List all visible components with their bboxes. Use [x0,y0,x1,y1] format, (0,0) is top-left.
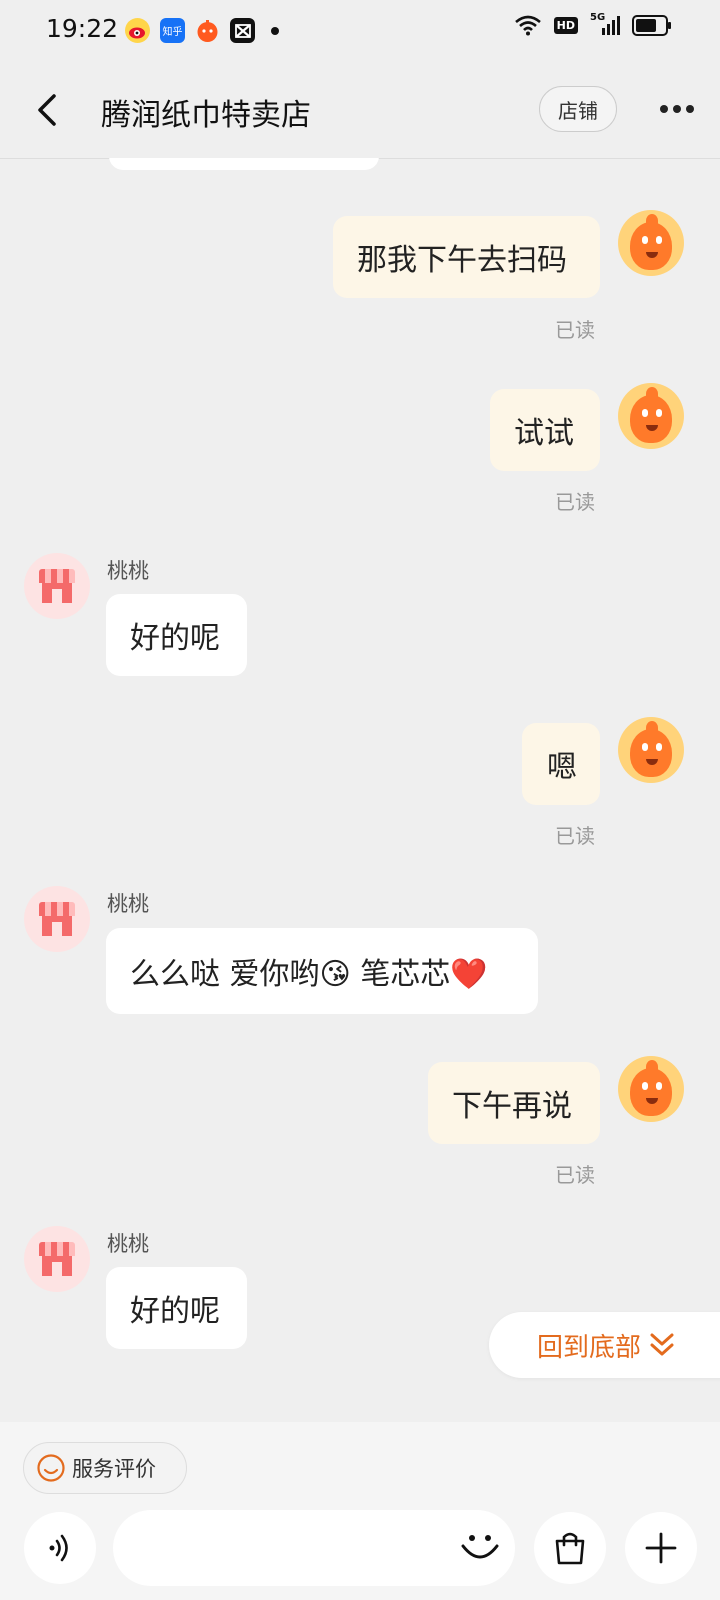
voice-input-button[interactable] [24,1512,96,1584]
message-bubble-theirs[interactable]: 好的呢 [106,1267,247,1349]
voice-icon [49,1534,68,1562]
battery-icon [632,14,671,36]
service-rating-label: 服务评价 [72,1457,156,1481]
shop-avatar[interactable] [24,1226,90,1292]
signal-icon: 5G [590,12,620,36]
status-bar: 19:22 知乎 HD 5G [0,0,720,64]
shopping-bag-button[interactable] [534,1512,606,1584]
read-status: 已读 [555,1163,595,1187]
hd-badge: HD [553,16,578,34]
taobao-icon [195,18,220,43]
more-options-button[interactable] [655,94,699,124]
double-chevron-down-icon [650,1333,674,1356]
back-to-bottom-button[interactable]: 回到底部 [489,1312,720,1378]
message-input[interactable] [137,1524,451,1574]
my-avatar[interactable] [618,1056,684,1122]
capcut-icon [230,18,255,43]
dot-icon [686,105,694,113]
plus-icon [645,1532,677,1564]
battery-level [636,18,656,32]
shop-avatar[interactable] [24,553,90,619]
store-icon [39,902,75,936]
message-bubble-theirs[interactable]: 么么哒 爱你哟😘 笔芯芯❤️ [106,928,538,1014]
dot-icon [673,105,681,113]
status-time: 19:22 [46,14,119,43]
message-bubble-mine[interactable]: 下午再说 [428,1062,600,1144]
more-actions-button[interactable] [625,1512,697,1584]
sender-name: 桃桃 [107,1232,149,1256]
status-indicators: HD 5G [514,12,671,36]
shop-avatar[interactable] [24,886,90,952]
shopping-bag-icon [555,1532,585,1565]
more-notifications-dot [271,26,279,35]
read-status: 已读 [555,318,595,342]
dot-icon [660,105,668,113]
chat-messages[interactable]: 那我下午去扫码 已读 试试 已读 桃桃 好的呢 嗯 已读 桃桃 么么哒 爱你哟😘… [0,158,720,1422]
chat-header: 腾润纸巾特卖店 店铺 [0,64,720,159]
message-bubble-mine[interactable]: 嗯 [522,723,600,805]
my-avatar[interactable] [618,210,684,276]
chevron-left-icon [38,94,56,126]
message-bubble-theirs[interactable]: 好的呢 [106,594,247,676]
message-input-container[interactable] [113,1510,515,1586]
message-bubble-mine[interactable]: 那我下午去扫码 [333,216,600,298]
service-rating-button[interactable]: 服务评价 [23,1442,187,1494]
chat-footer: 服务评价 [0,1422,720,1600]
back-button[interactable] [30,90,66,130]
store-icon [39,569,75,603]
smiley-icon [37,1454,65,1482]
weibo-icon [125,18,150,43]
sender-name: 桃桃 [107,892,149,916]
wifi-icon [514,15,541,36]
notification-icons: 知乎 [125,18,279,43]
message-bubble-mine[interactable]: 试试 [490,389,600,471]
back-to-bottom-label: 回到底部 [537,1332,642,1363]
emoji-icon[interactable] [459,1526,501,1568]
my-avatar[interactable] [618,717,684,783]
read-status: 已读 [555,824,595,848]
shop-button[interactable]: 店铺 [539,86,617,132]
store-icon [39,1242,75,1276]
zhihu-icon-text: 知乎 [162,27,183,38]
zhihu-icon: 知乎 [160,18,185,43]
my-avatar[interactable] [618,383,684,449]
message-bubble-partial [109,158,379,170]
shop-title: 腾润纸巾特卖店 [101,98,311,133]
sender-name: 桃桃 [107,559,149,583]
read-status: 已读 [555,490,595,514]
